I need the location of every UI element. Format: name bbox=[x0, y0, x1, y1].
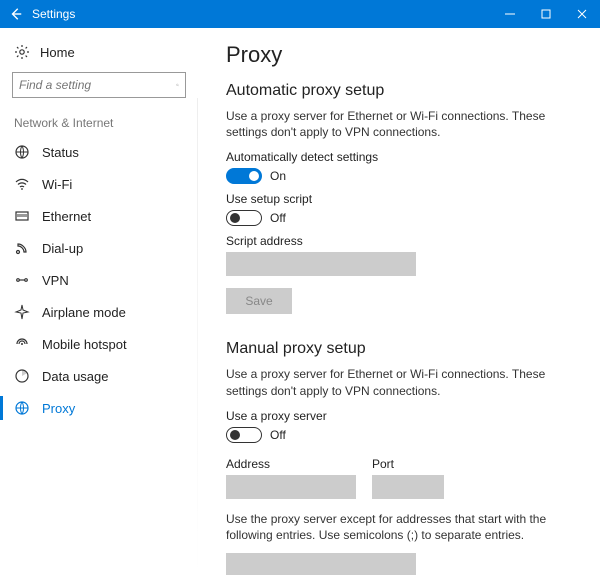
sidebar-item-proxy[interactable]: Proxy bbox=[12, 392, 186, 424]
hotspot-icon bbox=[14, 336, 30, 352]
auto-description: Use a proxy server for Ethernet or Wi-Fi… bbox=[226, 108, 566, 140]
sidebar-item-datausage[interactable]: Data usage bbox=[12, 360, 186, 392]
manual-description: Use a proxy server for Ethernet or Wi-Fi… bbox=[226, 366, 566, 398]
detect-label: Automatically detect settings bbox=[226, 150, 582, 164]
sidebar-item-hotspot[interactable]: Mobile hotspot bbox=[12, 328, 186, 360]
use-proxy-state: Off bbox=[270, 428, 286, 442]
address-label: Address bbox=[226, 457, 356, 471]
sidebar: Home Network & Internet Status Wi-Fi Eth… bbox=[0, 28, 198, 575]
sidebar-item-label: Ethernet bbox=[42, 209, 91, 224]
sidebar-item-wifi[interactable]: Wi-Fi bbox=[12, 168, 186, 200]
datausage-icon bbox=[14, 368, 30, 384]
sidebar-item-airplane[interactable]: Airplane mode bbox=[12, 296, 186, 328]
home-label: Home bbox=[40, 45, 75, 60]
sidebar-item-label: Status bbox=[42, 145, 79, 160]
minimize-icon bbox=[505, 9, 515, 19]
gear-icon bbox=[14, 44, 30, 60]
minimize-button[interactable] bbox=[492, 0, 528, 28]
search-icon bbox=[176, 78, 179, 92]
maximize-button[interactable] bbox=[528, 0, 564, 28]
script-address-input[interactable] bbox=[226, 252, 416, 276]
wifi-icon bbox=[14, 176, 30, 192]
maximize-icon bbox=[541, 9, 551, 19]
back-arrow-icon bbox=[9, 7, 23, 21]
exceptions-input[interactable] bbox=[226, 553, 416, 575]
port-label: Port bbox=[372, 457, 444, 471]
detect-state: On bbox=[270, 169, 286, 183]
sidebar-item-vpn[interactable]: VPN bbox=[12, 264, 186, 296]
sidebar-item-label: Mobile hotspot bbox=[42, 337, 127, 352]
script-label: Use setup script bbox=[226, 192, 582, 206]
sidebar-item-ethernet[interactable]: Ethernet bbox=[12, 200, 186, 232]
sidebar-section-label: Network & Internet bbox=[14, 116, 186, 130]
proxy-icon bbox=[14, 400, 30, 416]
script-toggle[interactable] bbox=[226, 210, 262, 226]
detect-toggle[interactable] bbox=[226, 168, 262, 184]
back-button[interactable] bbox=[0, 0, 32, 28]
airplane-icon bbox=[14, 304, 30, 320]
use-proxy-label: Use a proxy server bbox=[226, 409, 582, 423]
window-controls bbox=[492, 0, 600, 28]
script-state: Off bbox=[270, 211, 286, 225]
window-title: Settings bbox=[32, 7, 492, 21]
close-icon bbox=[577, 9, 587, 19]
content-area: Proxy Automatic proxy setup Use a proxy … bbox=[198, 28, 600, 575]
use-proxy-toggle[interactable] bbox=[226, 427, 262, 443]
sidebar-item-dialup[interactable]: Dial-up bbox=[12, 232, 186, 264]
titlebar: Settings bbox=[0, 0, 600, 28]
sidebar-nav: Status Wi-Fi Ethernet Dial-up VPN Airpla… bbox=[12, 136, 186, 424]
page-title: Proxy bbox=[226, 42, 582, 68]
exceptions-description: Use the proxy server except for addresse… bbox=[226, 511, 566, 543]
sidebar-home[interactable]: Home bbox=[12, 38, 186, 68]
sidebar-item-label: Data usage bbox=[42, 369, 109, 384]
dialup-icon bbox=[14, 240, 30, 256]
sidebar-item-label: VPN bbox=[42, 273, 69, 288]
search-input[interactable] bbox=[19, 78, 176, 92]
port-input[interactable] bbox=[372, 475, 444, 499]
script-address-label: Script address bbox=[226, 234, 582, 248]
sidebar-item-label: Wi-Fi bbox=[42, 177, 72, 192]
sidebar-item-status[interactable]: Status bbox=[12, 136, 186, 168]
sidebar-item-label: Airplane mode bbox=[42, 305, 126, 320]
sidebar-item-label: Dial-up bbox=[42, 241, 83, 256]
close-button[interactable] bbox=[564, 0, 600, 28]
manual-heading: Manual proxy setup bbox=[226, 340, 582, 358]
auto-heading: Automatic proxy setup bbox=[226, 82, 582, 100]
save-button[interactable]: Save bbox=[226, 288, 292, 314]
search-box[interactable] bbox=[12, 72, 186, 98]
ethernet-icon bbox=[14, 208, 30, 224]
vpn-icon bbox=[14, 272, 30, 288]
sidebar-item-label: Proxy bbox=[42, 401, 75, 416]
status-icon bbox=[14, 144, 30, 160]
address-input[interactable] bbox=[226, 475, 356, 499]
